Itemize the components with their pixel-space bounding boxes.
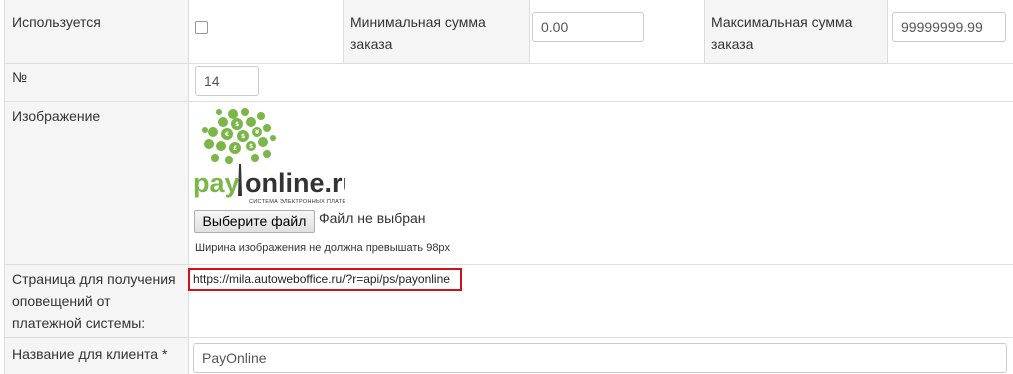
logo-text-pay: pay: [193, 168, 240, 198]
svg-text:$: $: [249, 143, 253, 150]
used-checkbox[interactable]: [195, 21, 208, 34]
row-divider: [4, 63, 1013, 64]
number-input[interactable]: 14: [195, 66, 259, 96]
max-order-input[interactable]: 99999999.99: [892, 12, 1006, 42]
col-divider: [887, 0, 888, 63]
svg-text:€: €: [224, 131, 229, 138]
number-label: №: [12, 69, 28, 85]
col-divider: [529, 0, 530, 63]
row-divider: [4, 264, 1013, 265]
svg-text:$: $: [241, 133, 245, 140]
client-name-input[interactable]: PayOnline: [193, 343, 1007, 373]
used-label: Используется: [12, 14, 101, 30]
min-order-label: Минимальная сумма заказа: [350, 14, 486, 52]
notification-page-label: Страница для получения оповещений от пла…: [12, 271, 176, 331]
min-order-input[interactable]: 0.00: [532, 12, 644, 42]
choose-file-button[interactable]: Выберите файл: [194, 210, 315, 233]
svg-text:$: $: [235, 121, 239, 128]
max-order-label: Максимальная сумма заказа: [711, 14, 853, 52]
notification-url-field[interactable]: https://mila.autoweboffice.ru/?r=api/ps/…: [188, 268, 462, 291]
svg-text:£: £: [233, 145, 237, 152]
row-divider: [4, 337, 1013, 338]
svg-text:СИСТЕМА ЭЛЕКТРОННЫХ ПЛАТЕЖЕЙ: СИСТЕМА ЭЛЕКТРОННЫХ ПЛАТЕЖЕЙ: [249, 197, 345, 205]
payonline-logo: $€$ £$¥ pay online.ru СИСТЕМА ЭЛЕКТРОННЫ…: [193, 104, 360, 206]
image-label: Изображение: [12, 108, 101, 124]
col-divider: [4, 0, 5, 374]
svg-text:online.ru: online.ru: [245, 168, 345, 198]
row-divider: [4, 101, 1013, 102]
image-width-hint: Ширина изображения не должна превышать 9…: [195, 242, 451, 254]
col-divider: [704, 0, 705, 63]
client-name-label: Название для клиента *: [12, 346, 168, 362]
col-divider: [188, 0, 189, 374]
payment-settings-form: Используется Минимальная сумма заказа 0.…: [0, 0, 1013, 374]
col-divider: [343, 0, 344, 63]
no-file-text: Файл не выбран: [319, 210, 426, 226]
